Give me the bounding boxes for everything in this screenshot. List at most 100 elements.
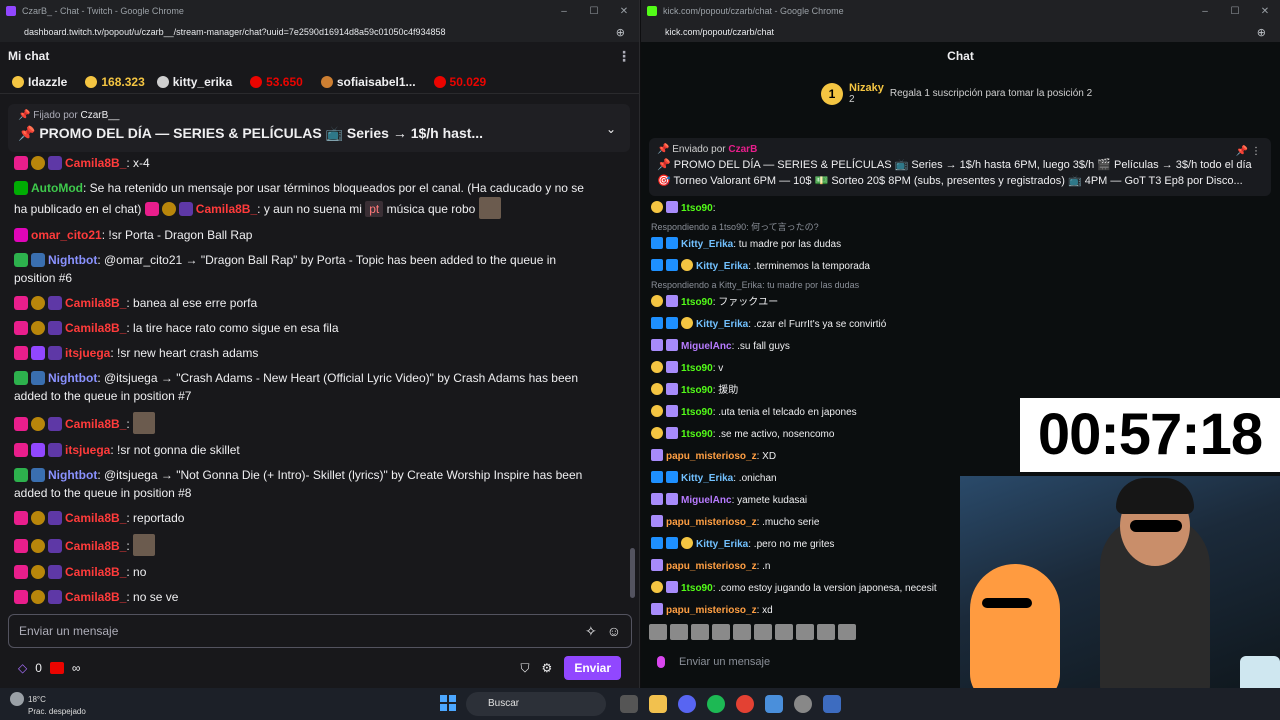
pin-icon[interactable]: 📌 ⋮ (1236, 146, 1261, 157)
chat-message: itsjuega: !sr not gonna die skillet (14, 441, 630, 459)
close-button[interactable]: ✕ (1250, 6, 1280, 17)
gift-hint: Regala 1 suscripción para tomar la posic… (889, 88, 1093, 99)
chat-message: Camila8B_: la tire hace rato como sigue … (14, 319, 630, 337)
chat-message: Kitty_Erika: .terminemos la temporada (651, 256, 1021, 278)
emote-image (133, 412, 156, 434)
chat-message: MiguelAnc: .su fall guys (651, 336, 1021, 358)
gifter-name[interactable]: Nizaky (849, 82, 884, 94)
emote-image[interactable] (733, 624, 751, 640)
sunglasses-icon (1130, 520, 1182, 532)
pinned-line: 📌 PROMO DEL DÍA — SERIES & PELÍCULAS 📺 S… (657, 159, 1252, 171)
pinned-message[interactable]: 📌 Fijado por CzarB__ 📌 PROMO DEL DÍA — S… (8, 104, 630, 152)
search-label[interactable]: Buscar (488, 698, 519, 709)
chat-message: Nightbot: @itsjuega → "Not Gonna Die (+ … (14, 468, 583, 500)
chat-message: Camila8B_: no (14, 563, 630, 581)
emote-image[interactable] (838, 624, 856, 640)
twitch-chat-window: CzarB_ - Chat - Twitch - Google Chrome –… (0, 0, 640, 688)
chat-scrollbar[interactable] (630, 548, 635, 598)
shield-icon[interactable]: ⛉ (521, 661, 530, 676)
sunglasses-icon (982, 598, 1032, 608)
send-button[interactable]: Enviar (564, 656, 621, 680)
emote-image[interactable] (691, 624, 709, 640)
emote-image[interactable] (712, 624, 730, 640)
file-explorer-icon[interactable] (649, 695, 667, 713)
bits-badge-icon (49, 662, 64, 674)
notepad-icon[interactable] (765, 695, 783, 713)
chat-footer: ◇ 0 ∞ ⛉ ⚙ Enviar (0, 654, 639, 682)
emote-image[interactable] (775, 624, 793, 640)
cloud-icon (10, 692, 24, 706)
twitch-favicon-icon (6, 6, 16, 16)
leader-amount: 53.650 (266, 74, 303, 89)
message-input[interactable]: Enviar un mensaje (649, 648, 999, 676)
spotify-icon[interactable] (707, 695, 725, 713)
emote-image[interactable] (649, 624, 667, 640)
emote-image[interactable] (817, 624, 835, 640)
emote-image[interactable] (754, 624, 772, 640)
chat-message: 1tso90: ファックユー (651, 292, 1021, 314)
leader-name[interactable]: Idazzle (28, 75, 67, 89)
chat-message: 1tso90: 援助 (651, 380, 1021, 402)
pinned-message[interactable]: 📌 Enviado por CzarB 📌 PROMO DEL DÍA — SE… (649, 138, 1271, 196)
more-options-icon[interactable]: ⋮ (617, 48, 631, 65)
emote-bar[interactable] (649, 624, 856, 640)
address-bar[interactable]: kick.com/popout/czarb/chat ⊕ (641, 22, 1280, 42)
channel-points-icon[interactable]: ◇ (18, 661, 27, 675)
pinned-line: 🎯 Torneo Valorant 6PM — 10$ 💵 Sorteo 20$… (657, 175, 1243, 187)
leader-name[interactable]: sofiaisabel1... (337, 75, 416, 89)
url-text[interactable]: kick.com/popout/czarb/chat (665, 27, 774, 37)
chat-header: Mi chat ⋮ (0, 44, 639, 68)
emote-image[interactable] (670, 624, 688, 640)
streamer-hair (1116, 478, 1194, 514)
reply-context: Respondiendo a Kitty_Erika: tu madre por… (651, 280, 860, 290)
infinity-label: ∞ (71, 661, 81, 675)
taskbar-search[interactable]: Buscar (466, 692, 606, 716)
chat-message: Camila8B_: banea al ese erre porfa (14, 294, 630, 312)
chat-message: 1tso90: .uta tenia el telcado en japones (651, 402, 1021, 424)
zoom-icon[interactable]: ⊕ (616, 26, 625, 39)
message-placeholder[interactable]: Enviar un mensaje (679, 656, 770, 668)
calculator-icon[interactable] (823, 695, 841, 713)
emote-image[interactable] (796, 624, 814, 640)
minimize-button[interactable]: – (1190, 6, 1220, 17)
chat-message: omar_cito21: !sr Porta - Dragon Ball Rap (14, 226, 630, 244)
channel-points-count: 0 (35, 661, 42, 675)
chevron-down-icon[interactable]: ⌄ (606, 122, 616, 136)
chat-message: Kitty_Erika: tu madre por las dudas (651, 234, 1021, 256)
message-input[interactable]: Enviar un mensaje ✧ ☺ (8, 614, 632, 648)
bits-cheer-icon[interactable]: ✧ (585, 623, 597, 640)
gear-icon[interactable]: ⚙ (542, 661, 553, 675)
weather-widget[interactable]: 18°C Prac. despejado (10, 692, 86, 717)
close-button[interactable]: ✕ (609, 6, 639, 17)
chat-message: Kitty_Erika: .czar el FurrIt's ya se con… (651, 314, 1021, 336)
maximize-button[interactable]: ☐ (1220, 6, 1250, 17)
obs-icon[interactable] (794, 695, 812, 713)
window-title: kick.com/popout/czarb/chat - Google Chro… (663, 6, 844, 16)
chat-messages[interactable]: Camila8B_: x-4 AutoMod: Se ha retenido u… (0, 154, 630, 608)
url-text[interactable]: dashboard.twitch.tv/popout/u/czarb__/str… (24, 27, 446, 37)
emote-image (133, 534, 156, 556)
crown-icon (156, 75, 169, 88)
chat-message: Camila8B_: no se ve (14, 588, 630, 606)
message-placeholder[interactable]: Enviar un mensaje (19, 624, 118, 638)
zoom-icon[interactable]: ⊕ (1257, 26, 1266, 39)
address-bar[interactable]: dashboard.twitch.tv/popout/u/czarb__/str… (0, 22, 639, 42)
emote-image (478, 197, 501, 219)
maximize-button[interactable]: ☐ (579, 6, 609, 17)
chat-message: 1tso90: .se me activo, nosencomo (651, 424, 1021, 446)
emoji-icon[interactable]: ☺ (607, 623, 621, 640)
webcam-feed (960, 476, 1280, 720)
stream-timer: 00:57:18 (1020, 398, 1280, 472)
window-title: CzarB_ - Chat - Twitch - Google Chrome (22, 6, 184, 16)
pinned-by: 📌 Fijado por CzarB__ (18, 110, 120, 121)
discord-icon[interactable] (678, 695, 696, 713)
reply-context: Respondiendo a 1tso90: 何って言ったの? (651, 222, 819, 232)
chrome-icon[interactable] (736, 695, 754, 713)
title-bar: CzarB_ - Chat - Twitch - Google Chrome –… (0, 0, 639, 22)
leader-name[interactable]: kitty_erika (173, 75, 232, 89)
task-view-icon[interactable] (620, 695, 638, 713)
windows-start-icon[interactable] (440, 695, 456, 711)
microphone-icon[interactable] (657, 656, 665, 668)
minimize-button[interactable]: – (549, 6, 579, 17)
gifter-count: 2 (849, 94, 855, 105)
